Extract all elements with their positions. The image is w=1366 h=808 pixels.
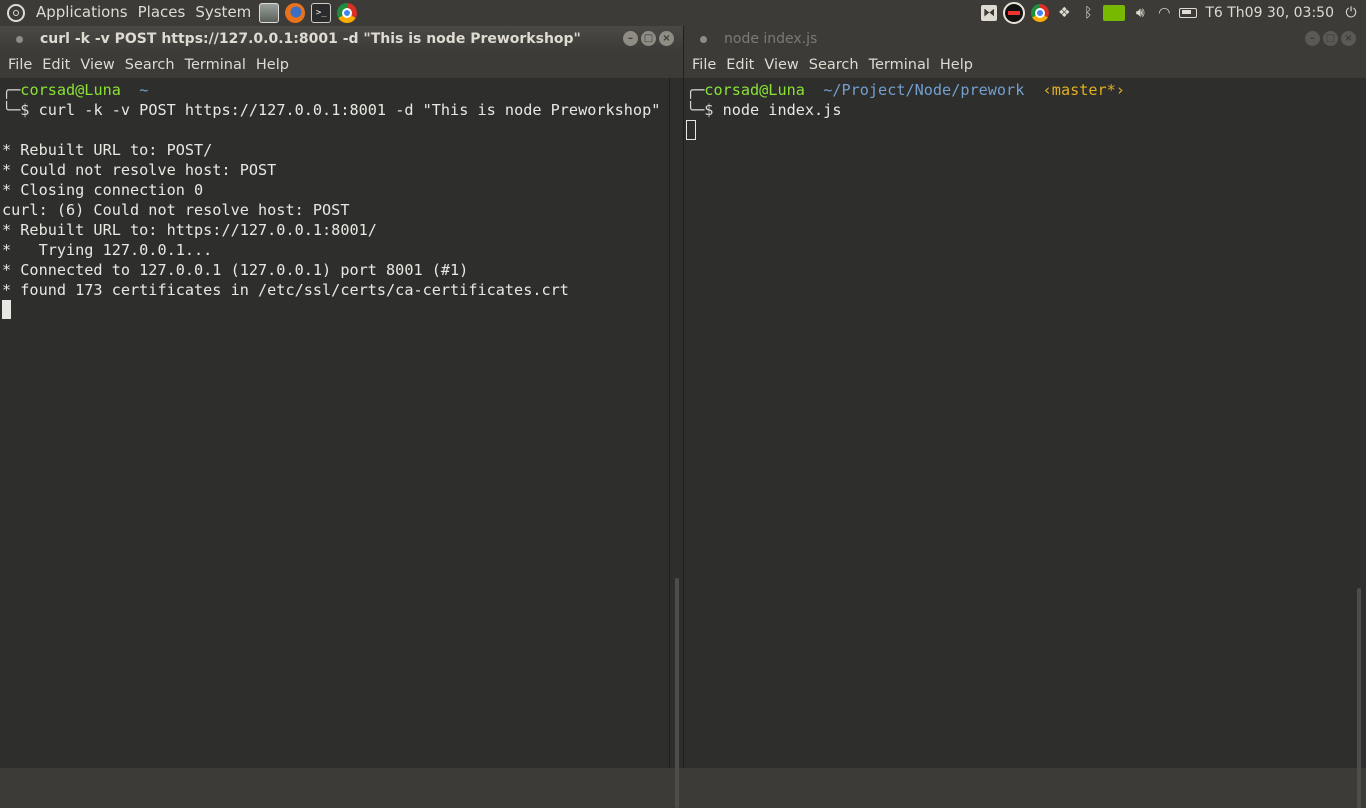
cursor-line (684, 120, 1366, 140)
clock[interactable]: T6 Th09 30, 03:50 (1203, 5, 1336, 21)
maximize-button[interactable]: □ (1323, 31, 1338, 46)
menu-help[interactable]: Help (935, 52, 978, 78)
terminal-output[interactable]: ╭─corsad@Luna ~/Project/Node/prework ‹ma… (684, 78, 1366, 768)
minimize-button[interactable]: – (1305, 31, 1320, 46)
prompt-symbol: ╰─$ (686, 101, 714, 119)
battery-icon[interactable] (1179, 7, 1198, 18)
scrollbar-thumb[interactable] (675, 578, 679, 808)
prompt-dir: ~/Project/Node/prework (823, 81, 1025, 99)
top-panel: Applications Places System >_ ❖ ᛒ 🔊︎ ◠ T… (0, 0, 1366, 25)
window-indicator-icon (16, 35, 23, 43)
command-text: node index.js (722, 101, 842, 119)
scrollbar-thumb[interactable] (1357, 588, 1361, 808)
close-button[interactable]: × (1341, 31, 1356, 46)
window-indicator-icon (700, 35, 707, 43)
prompt-frame: ╭─ (2, 81, 21, 99)
prompt-line: ╭─corsad@Luna ~/Project/Node/prework ‹ma… (684, 80, 1366, 100)
menu-file[interactable]: File (687, 52, 721, 78)
prompt-line: ╭─corsad@Luna ~ (0, 80, 684, 100)
screenshot-icon[interactable] (981, 4, 998, 21)
wifi-icon[interactable]: ◠ (1155, 4, 1173, 22)
command-text: curl -k -v POST https://127.0.0.1:8001 -… (38, 101, 661, 119)
terminal-cursor (686, 120, 696, 140)
output-line: * Trying 127.0.0.1... (2, 241, 213, 259)
output-line: curl: (6) Could not resolve host: POST (2, 201, 350, 219)
panel-menu-applications[interactable]: Applications (31, 0, 133, 25)
window-title: curl -k -v POST https://127.0.0.1:8001 -… (40, 31, 581, 47)
record-icon[interactable] (1003, 1, 1026, 24)
prompt-dir: ~ (139, 81, 149, 99)
window-titlebar[interactable]: curl -k -v POST https://127.0.0.1:8001 -… (0, 26, 684, 52)
ubuntu-logo-icon[interactable] (7, 3, 25, 22)
menu-edit[interactable]: Edit (721, 52, 759, 78)
output-line: * found 173 certificates in /etc/ssl/cer… (2, 281, 569, 299)
output-line: * Could not resolve host: POST (2, 161, 277, 179)
terminal-menubar: File Edit View Search Terminal Help (0, 52, 684, 78)
nvidia-icon[interactable] (1103, 4, 1126, 21)
menu-terminal[interactable]: Terminal (864, 52, 935, 78)
menu-search[interactable]: Search (120, 52, 180, 78)
menu-edit[interactable]: Edit (37, 52, 75, 78)
output-line: * Closing connection 0 (2, 181, 204, 199)
window-title: node index.js (724, 31, 818, 47)
firefox-icon[interactable] (285, 2, 306, 23)
scrollbar[interactable] (1352, 78, 1366, 808)
chrome-icon[interactable] (337, 2, 358, 23)
menu-file[interactable]: File (3, 52, 37, 78)
power-icon[interactable]: ⏻ (1342, 4, 1360, 22)
menu-terminal[interactable]: Terminal (180, 52, 251, 78)
dropbox-icon[interactable]: ❖ (1055, 4, 1073, 22)
panel-menu-system[interactable]: System (190, 0, 256, 25)
command-line: ╰─$ curl -k -v POST https://127.0.0.1:80… (0, 100, 684, 120)
output-line: * Rebuilt URL to: POST/ (2, 141, 213, 159)
chrome-tray-icon[interactable] (1031, 3, 1050, 22)
files-icon[interactable] (259, 2, 280, 23)
cursor-line (0, 300, 684, 320)
prompt-user: corsad@Luna (20, 81, 121, 99)
menu-view[interactable]: View (75, 52, 119, 78)
bluetooth-icon[interactable]: ᛒ (1079, 4, 1097, 22)
git-branch: ‹master*› (1042, 81, 1125, 99)
terminal-icon[interactable]: >_ (311, 2, 332, 23)
close-button[interactable]: × (659, 31, 674, 46)
panel-menu-places[interactable]: Places (133, 0, 191, 25)
terminal-output[interactable]: ╭─corsad@Luna ~ ╰─$ curl -k -v POST http… (0, 78, 684, 768)
minimize-button[interactable]: – (623, 31, 638, 46)
maximize-button[interactable]: □ (641, 31, 656, 46)
volume-icon[interactable]: 🔊︎ (1131, 4, 1149, 22)
prompt-frame: ╭─ (686, 81, 705, 99)
terminal-window-curl: curl -k -v POST https://127.0.0.1:8001 -… (0, 26, 684, 808)
command-line: ╰─$ node index.js (684, 100, 1366, 120)
prompt-user: corsad@Luna (704, 81, 805, 99)
terminal-cursor (2, 300, 11, 319)
window-titlebar[interactable]: node index.js – □ × (684, 26, 1366, 52)
prompt-symbol: ╰─$ (2, 101, 30, 119)
scrollbar[interactable] (669, 78, 684, 808)
output-line: * Connected to 127.0.0.1 (127.0.0.1) por… (2, 261, 469, 279)
terminal-menubar: File Edit View Search Terminal Help (684, 52, 1366, 78)
menu-help[interactable]: Help (251, 52, 294, 78)
output-line: * Rebuilt URL to: https://127.0.0.1:8001… (2, 221, 377, 239)
menu-search[interactable]: Search (804, 52, 864, 78)
terminal-window-node: node index.js – □ × File Edit View Searc… (684, 26, 1366, 808)
menu-view[interactable]: View (759, 52, 803, 78)
